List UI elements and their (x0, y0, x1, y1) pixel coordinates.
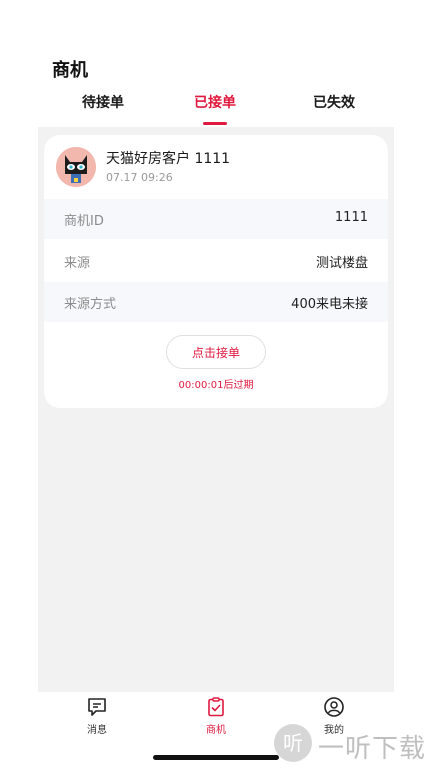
tab-expired[interactable]: 已失效 (284, 92, 384, 126)
expire-countdown: 00:00:01后过期 (178, 380, 254, 391)
tabbar-item-messages[interactable]: 消息 (62, 696, 132, 738)
message-icon (88, 698, 106, 716)
tabbar-label: 消息 (87, 725, 107, 736)
info-label: 商机ID (64, 214, 104, 229)
customer-name: 天猫好房客户 1111 (106, 151, 231, 167)
clipboard-check-icon (208, 697, 224, 717)
lead-timestamp: 07.17 09:26 (106, 171, 173, 184)
info-row-lead-id: 商机ID 1111 (44, 199, 388, 239)
tabbar-item-leads[interactable]: 商机 (181, 696, 251, 738)
info-value: 测试楼盘 (315, 256, 368, 271)
info-row-source-method: 来源方式 400来电未接 (44, 282, 388, 322)
tab-bar-top: 待接单 已接单 已失效 (38, 92, 394, 126)
watermark-text: 一听下载 (318, 734, 427, 764)
info-row-source: 来源 测试楼盘 (44, 241, 388, 281)
active-tab-indicator (203, 122, 227, 125)
tmall-cat-avatar-icon (56, 147, 96, 187)
lead-card: 天猫好房客户 1111 07.17 09:26 商机ID 1111 来源 测试楼… (44, 135, 388, 408)
avatar (56, 147, 96, 187)
tabbar-label: 商机 (206, 725, 226, 736)
info-value: 400来电未接 (291, 297, 368, 312)
watermark: 听 一听下载 (272, 720, 432, 768)
watermark-logo-icon: 听 (274, 724, 312, 762)
tab-accepted[interactable]: 已接单 (170, 92, 260, 126)
info-label: 来源方式 (64, 297, 117, 312)
info-value: 1111 (334, 210, 368, 225)
home-indicator[interactable] (153, 755, 279, 760)
lead-list: 天猫好房客户 1111 07.17 09:26 商机ID 1111 来源 测试楼… (38, 127, 394, 692)
page-title: 商机 (52, 60, 88, 81)
accept-lead-button[interactable]: 点击接单 (166, 335, 266, 369)
info-label: 来源 (64, 256, 91, 271)
user-icon (324, 697, 344, 717)
tab-pending[interactable]: 待接单 (58, 92, 148, 126)
